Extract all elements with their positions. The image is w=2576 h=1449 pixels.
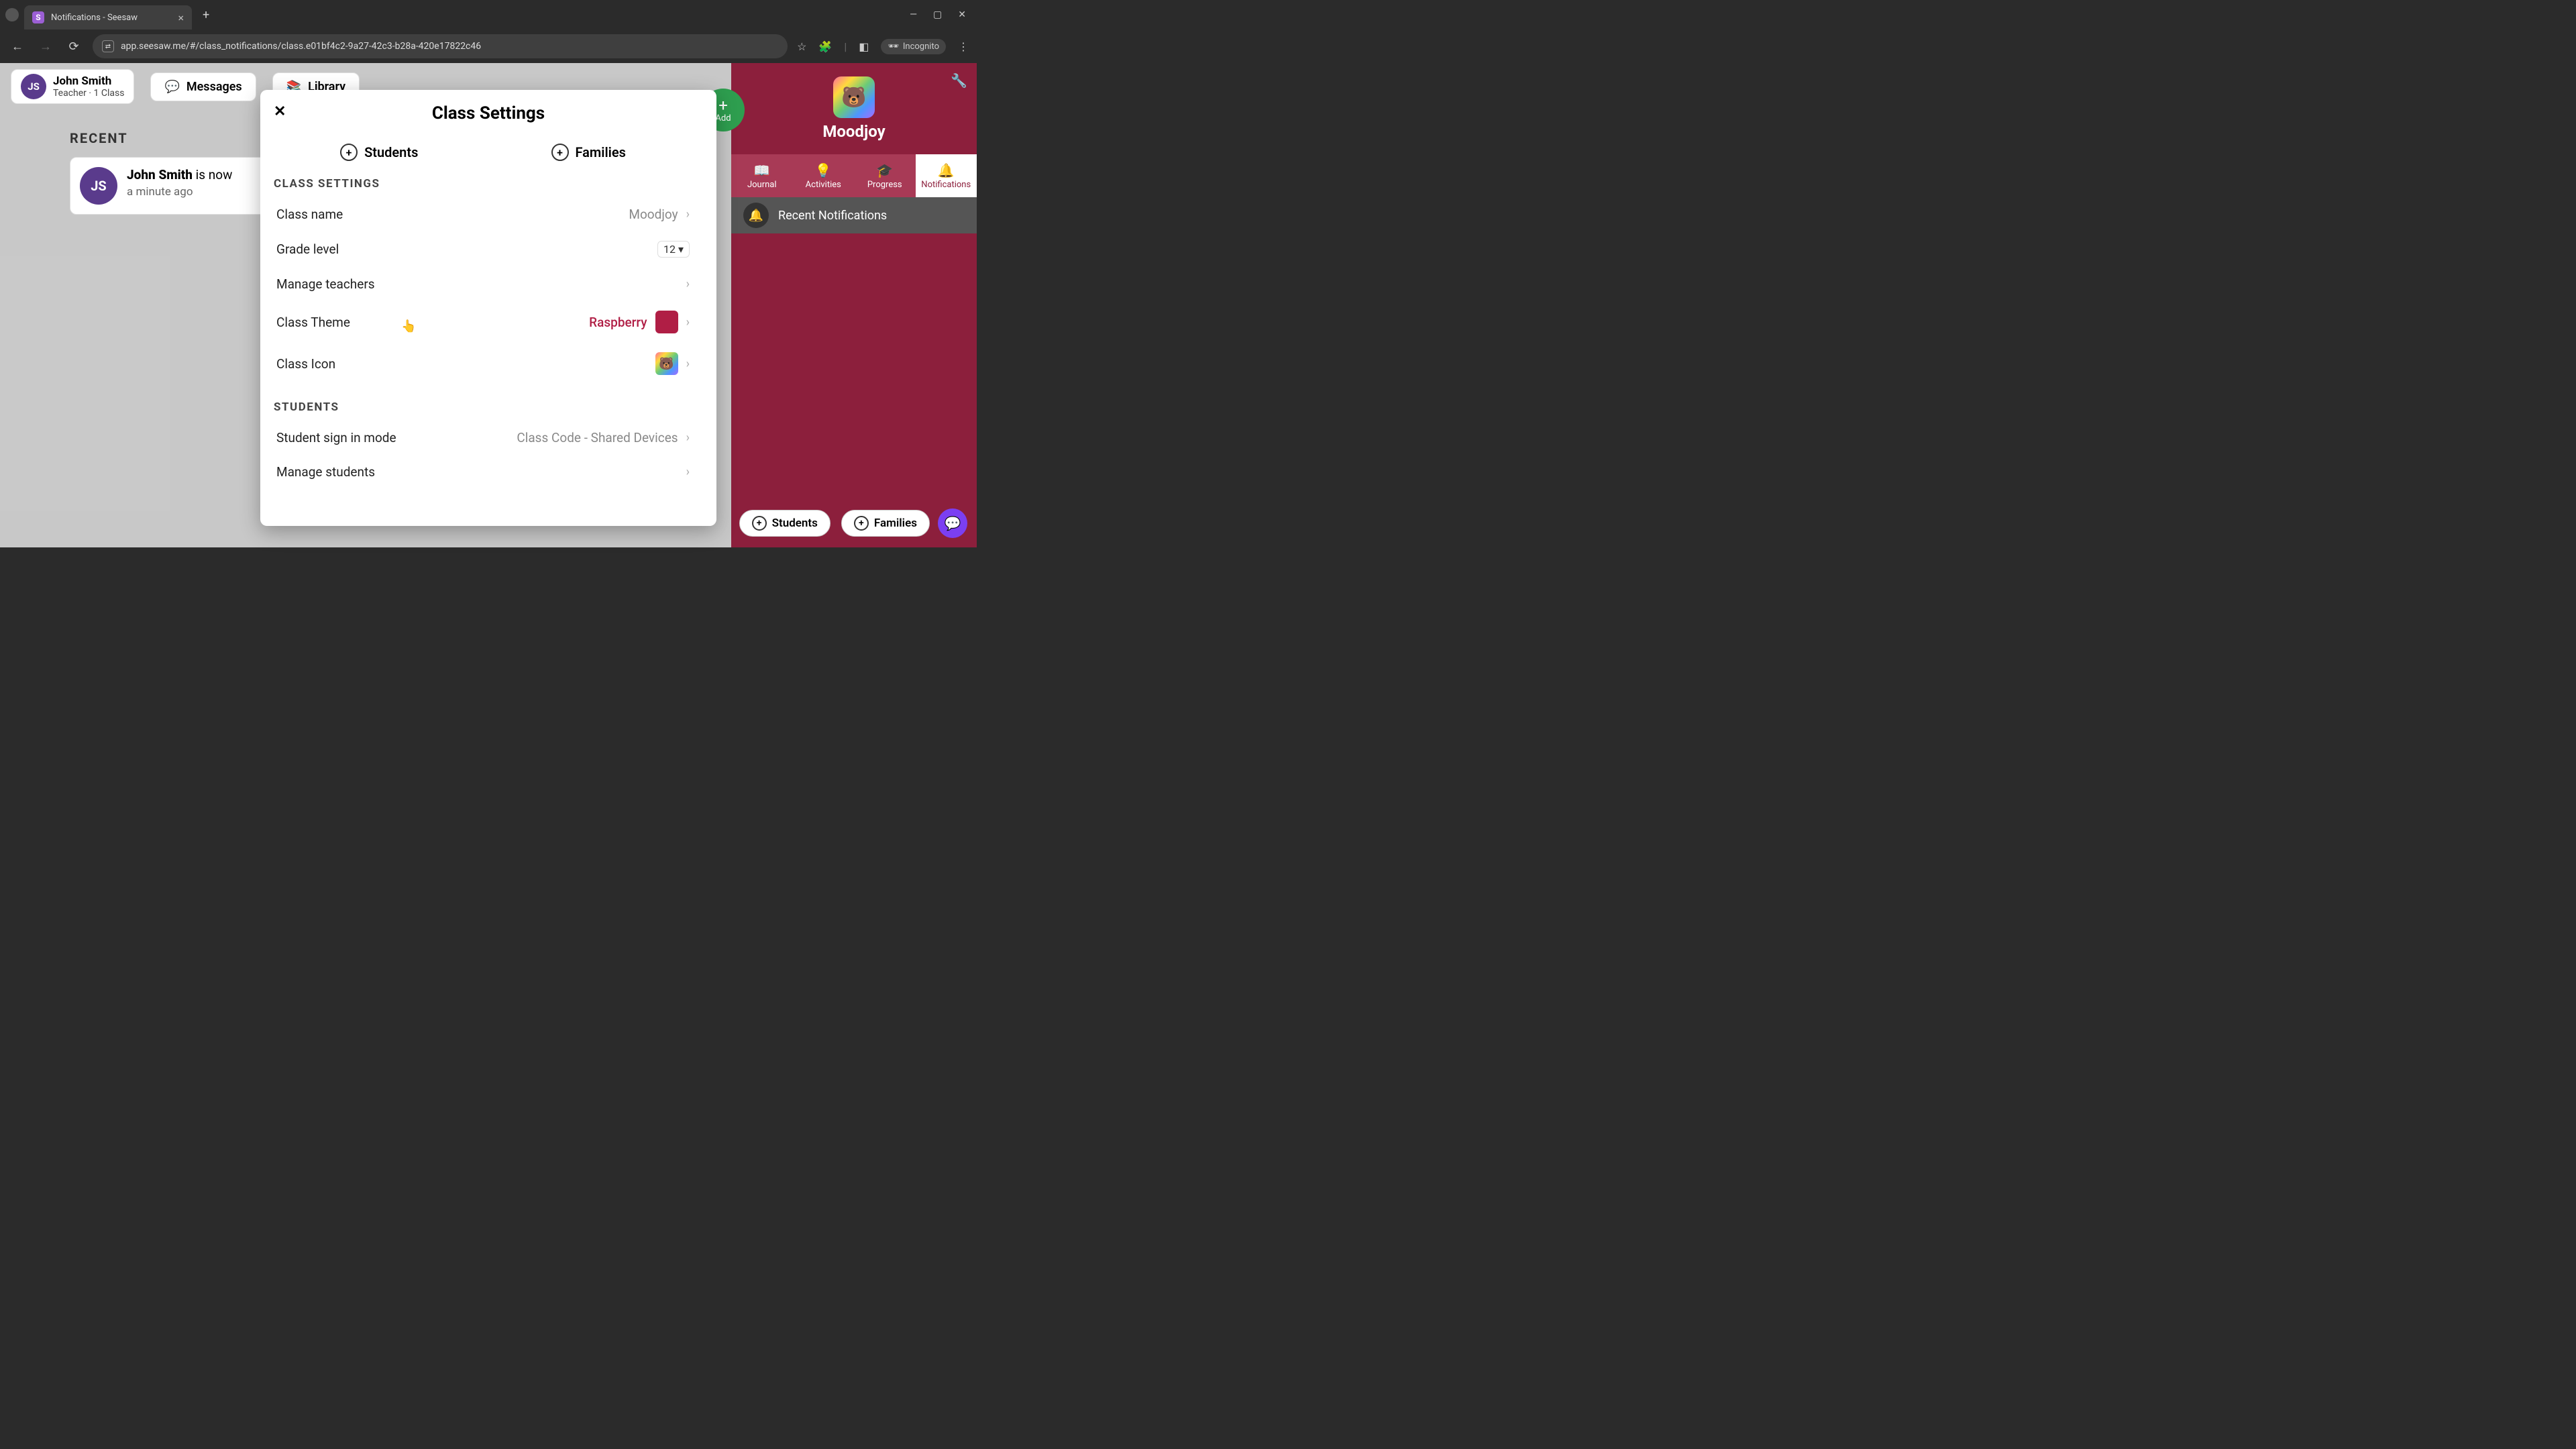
add-students-pill[interactable]: + Students [739,510,830,537]
messages-label: Messages [186,80,242,94]
browser-tab-strip: S Notifications - Seesaw × + — ▢ ✕ [0,0,977,30]
tab-notifications[interactable]: 🔔 Notifications [916,154,977,197]
class-tabs: 📖 Journal 💡 Activities 🎓 Progress 🔔 Noti… [731,154,977,197]
bottom-action-pills: + Students + Families [739,510,930,537]
class-settings-modal: ✕ Class Settings + Students + Families C… [260,90,716,526]
row-manage-teachers[interactable]: Manage teachers › [274,267,692,301]
modal-add-students-button[interactable]: + Students [340,144,418,161]
messages-nav-button[interactable]: 💬 Messages [150,72,256,101]
caret-down-icon: ▾ [678,243,684,256]
chevron-right-icon: › [686,277,690,291]
chevron-right-icon: › [686,465,690,479]
bookmark-star-icon[interactable]: ☆ [797,40,806,53]
recent-notifications-strip[interactable]: 🔔 Recent Notifications [731,197,977,233]
window-controls: — ▢ ✕ [910,9,971,20]
plus-circle-icon: + [752,516,767,531]
close-window-icon[interactable]: ✕ [958,9,966,20]
bell-icon: 🔔 [743,203,769,228]
browser-menu-icon[interactable]: ⋮ [958,40,969,53]
chevron-right-icon: › [686,431,690,445]
chat-bubble-icon: 💬 [945,515,961,531]
modal-header: ✕ Class Settings [260,90,716,137]
row-manage-students[interactable]: Manage students › [274,455,692,489]
add-fab-label: Add [715,113,731,123]
app-viewport: JS John Smith Teacher · 1 Class 💬 Messag… [0,63,977,547]
add-families-pill[interactable]: + Families [841,510,930,537]
modal-add-families-button[interactable]: + Families [551,144,626,161]
maximize-icon[interactable]: ▢ [933,9,942,20]
teacher-role: Teacher · 1 Class [53,88,124,99]
modal-body[interactable]: + Students + Families CLASS SETTINGS Cla… [260,137,716,526]
incognito-indicator[interactable]: 🕶 Incognito [881,39,946,54]
chevron-right-icon: › [686,315,690,329]
class-settings-wrench-icon[interactable]: 🔧 [951,72,967,89]
tab-title: Notifications - Seesaw [51,13,171,23]
row-class-icon[interactable]: Class Icon 🐻 › [274,343,692,384]
class-icon: 🐻 [833,76,875,118]
progress-icon: 🎓 [876,162,893,178]
minimize-icon[interactable]: — [910,9,917,20]
modal-title: Class Settings [432,103,545,123]
theme-color-swatch [655,311,678,333]
forward-button[interactable]: → [36,37,55,56]
back-button[interactable]: ← [8,37,27,56]
tab-progress[interactable]: 🎓 Progress [854,154,916,197]
url-text: app.seesaw.me/#/class_notifications/clas… [121,41,481,52]
section-class-settings: CLASS SETTINGS [274,177,692,191]
tab-close-icon[interactable]: × [178,11,184,24]
recent-timestamp: a minute ago [127,185,232,199]
section-students: STUDENTS [274,400,692,414]
journal-icon: 📖 [753,162,770,178]
incognito-label: Incognito [903,42,939,52]
teacher-name: John Smith [53,74,124,88]
chevron-right-icon: › [686,207,690,221]
chevron-right-icon: › [686,357,690,371]
browser-tab-active[interactable]: S Notifications - Seesaw × [24,5,192,30]
signin-mode-value: Class Code - Shared Devices [517,430,678,445]
class-sidebar: + Add 🔧 🐻 Moodjoy 📖 Journal 💡 Activities… [731,63,977,547]
profile-dot[interactable] [5,8,19,21]
notif-strip-title: Recent Notifications [778,209,887,223]
plus-circle-icon: + [854,516,869,531]
teacher-chip[interactable]: JS John Smith Teacher · 1 Class [11,69,134,104]
side-panel-icon[interactable]: ◧ [859,40,869,53]
plus-icon: + [718,97,728,113]
plus-circle-icon: + [551,144,569,161]
extensions-icon[interactable]: 🧩 [818,40,832,53]
address-bar[interactable]: ⇄ app.seesaw.me/#/class_notifications/cl… [93,34,788,58]
tab-journal[interactable]: 📖 Journal [731,154,793,197]
teacher-avatar: JS [21,74,46,99]
plus-circle-icon: + [340,144,358,161]
class-name-value: Moodjoy [629,207,678,222]
site-settings-icon[interactable]: ⇄ [102,40,114,52]
row-grade-level[interactable]: Grade level 12 ▾ [274,231,692,267]
class-name-display: Moodjoy [822,122,885,141]
theme-value: Raspberry [589,315,647,330]
class-header: + Add 🔧 🐻 Moodjoy [731,63,977,154]
grade-level-dropdown[interactable]: 12 ▾ [657,241,690,258]
row-class-theme[interactable]: Class Theme Raspberry › [274,301,692,343]
row-student-signin-mode[interactable]: Student sign in mode Class Code - Shared… [274,421,692,455]
help-chat-fab[interactable]: 💬 [938,508,967,538]
browser-toolbar: ← → ⟳ ⇄ app.seesaw.me/#/class_notificati… [0,30,977,63]
new-tab-button[interactable]: + [197,5,215,25]
row-class-name[interactable]: Class name Moodjoy › [274,197,692,231]
recent-message: John Smith is now [127,167,232,182]
recent-author: John Smith [127,167,193,182]
tab-activities[interactable]: 💡 Activities [793,154,855,197]
modal-close-button[interactable]: ✕ [274,103,286,120]
messages-icon: 💬 [164,80,179,94]
notifications-icon: 🔔 [938,162,955,178]
reload-button[interactable]: ⟳ [64,37,83,56]
tab-favicon-icon: S [32,11,44,23]
recent-avatar: JS [80,167,117,205]
incognito-icon: 🕶 [888,42,899,52]
activities-icon: 💡 [815,162,832,178]
class-icon-preview: 🐻 [655,352,678,375]
